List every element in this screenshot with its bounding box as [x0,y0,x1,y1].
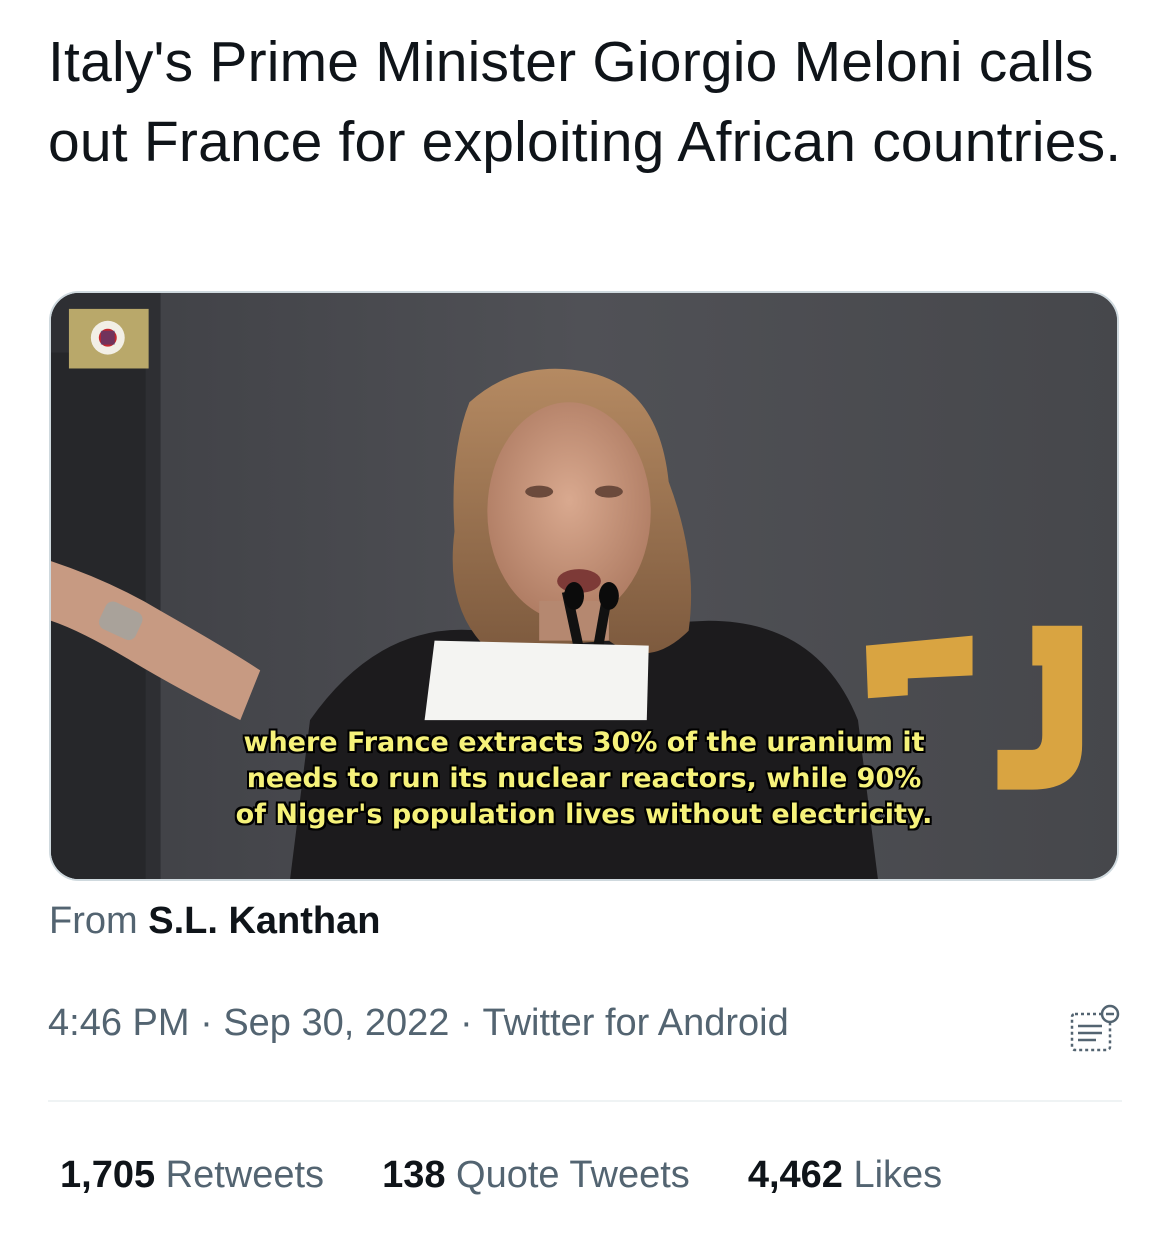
retweets-stat[interactable]: 1,705 Retweets [60,1154,324,1197]
tweet-metadata: 4:46 PM · Sep 30, 2022 · Twitter for And… [48,1002,789,1045]
video-source: From S.L. Kanthan [49,900,380,943]
separator-dot: · [200,1002,213,1044]
engagement-stats: 1,705 Retweets 138 Quote Tweets 4,462 Li… [60,1154,942,1197]
tweet-text: Italy's Prime Minister Giorgio Meloni ca… [48,30,1122,174]
tweet-date[interactable]: Sep 30, 2022 [223,1002,449,1044]
quote-tweets-label: Quote Tweets [456,1154,690,1196]
analytics-icon[interactable] [1068,1004,1122,1054]
video-subtitles: where France extracts 30% of the uranium… [51,725,1117,833]
separator-dot: · [459,1002,473,1044]
subtitle-line-1: where France extracts 30% of the uranium… [243,727,925,758]
likes-count: 4,462 [747,1154,843,1196]
retweets-label: Retweets [165,1154,325,1196]
subtitle-line-2: needs to run its nuclear reactors, while… [246,763,922,794]
video-player[interactable]: where France extracts 30% of the uranium… [49,291,1119,881]
quote-tweets-count: 138 [382,1154,446,1196]
source-account-link[interactable]: S.L. Kanthan [148,900,380,942]
likes-label: Likes [853,1154,943,1196]
subtitle-line-3: of Niger's population lives without elec… [235,799,933,830]
quote-tweets-stat[interactable]: 138 Quote Tweets [382,1154,690,1197]
retweets-count: 1,705 [60,1154,156,1196]
source-prefix: From [49,900,138,942]
divider [48,1100,1122,1102]
likes-stat[interactable]: 4,462 Likes [748,1154,942,1197]
tweet-time[interactable]: 4:46 PM [48,1002,190,1044]
channel-logo [68,308,149,369]
tweet-client[interactable]: Twitter for Android [483,1002,789,1044]
